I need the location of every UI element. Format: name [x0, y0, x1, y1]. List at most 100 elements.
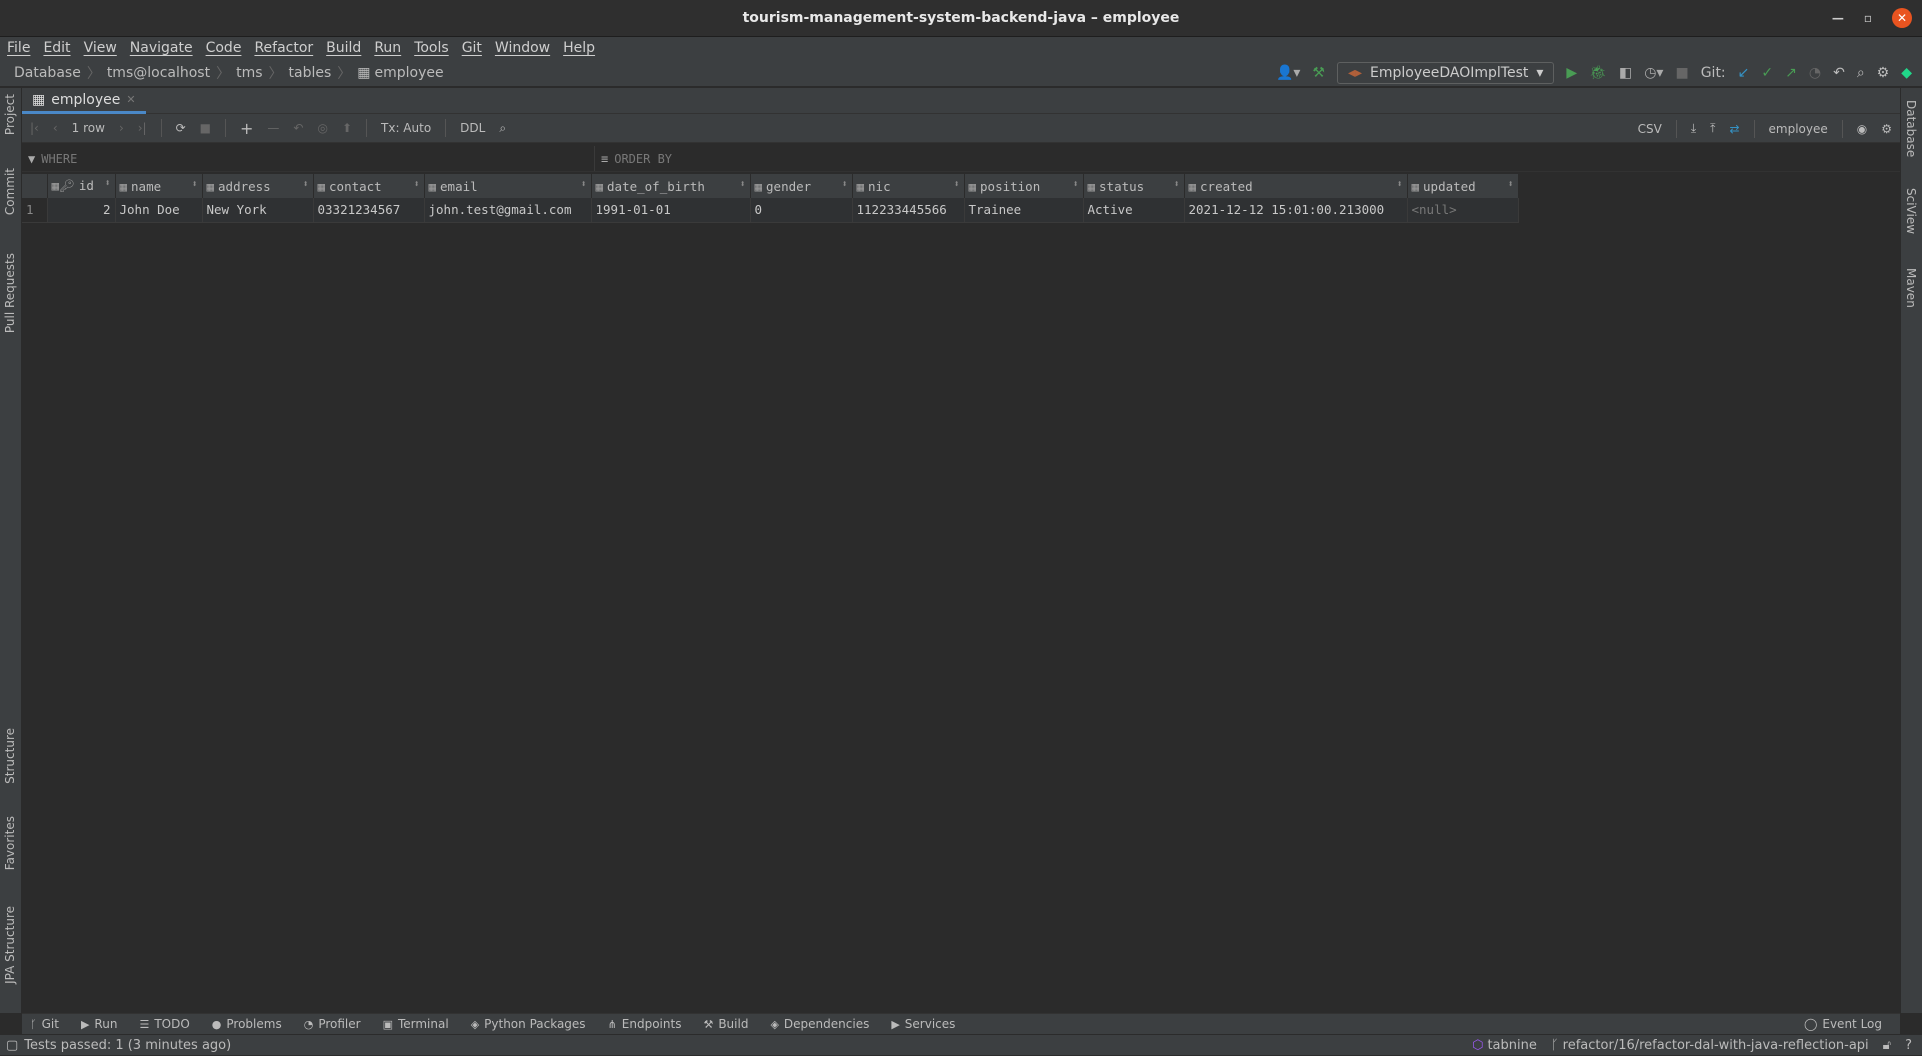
breadcrumb-tables[interactable]: tables [289, 65, 332, 81]
tool-favorites[interactable]: Favorites [3, 816, 17, 870]
cell-position[interactable]: Trainee [964, 198, 1084, 223]
tool-run[interactable]: ▶ Run [81, 1017, 117, 1031]
event-log-button[interactable]: ◯ Event Log [1804, 1013, 1882, 1034]
menu-navigate[interactable]: Navigate [130, 40, 193, 56]
column-header-contact[interactable]: ▦ contact ⬍ [313, 174, 425, 198]
column-header-status[interactable]: ▦ status ⬍ [1083, 174, 1185, 198]
cell-address[interactable]: New York [202, 198, 314, 223]
menu-refactor[interactable]: Refactor [254, 40, 313, 56]
schema-select[interactable]: employee [1769, 122, 1828, 136]
tab-employee[interactable]: ▦ employee ✕ [22, 88, 146, 114]
sort-toggle-icon[interactable]: ⬍ [413, 179, 419, 190]
tabnine-status[interactable]: tabnine [1487, 1038, 1536, 1053]
sort-toggle-icon[interactable]: ⬍ [1173, 179, 1179, 190]
tool-todo[interactable]: ☰ TODO [139, 1017, 189, 1031]
last-page-icon[interactable]: ›| [138, 121, 147, 135]
tool-database[interactable]: Database [1904, 100, 1918, 157]
run-configuration-select[interactable]: ◂▸ EmployeeDAOImplTest ▾ [1336, 62, 1555, 84]
maximize-button[interactable]: ▫ [1864, 11, 1872, 25]
rollback-icon[interactable]: ↶ [1833, 65, 1845, 81]
stop-icon[interactable]: ■ [1675, 65, 1688, 81]
tool-services[interactable]: ▶ Services [891, 1017, 955, 1031]
menu-file[interactable]: File [7, 40, 30, 56]
breadcrumb-host[interactable]: tms@localhost [107, 65, 210, 81]
gear-icon[interactable]: ⚙ [1877, 65, 1890, 81]
column-header-id[interactable]: ▦🔑︎ id ⬍ [47, 174, 116, 198]
column-header-address[interactable]: ▦ address ⬍ [202, 174, 314, 198]
breadcrumb-employee[interactable]: employee [375, 65, 444, 81]
sort-toggle-icon[interactable]: ⬍ [1396, 179, 1402, 190]
help-icon[interactable]: ? [1905, 1038, 1912, 1053]
cell-name[interactable]: John Doe [115, 198, 203, 223]
tool-commit[interactable]: Commit [3, 168, 17, 215]
breadcrumb-schema[interactable]: tms [236, 65, 262, 81]
tool-git[interactable]: ᚴ Git [30, 1017, 59, 1031]
history-icon[interactable]: ◔ [1809, 65, 1821, 81]
breadcrumb-database[interactable]: Database [14, 65, 81, 81]
lock-icon[interactable]: 🔓︎ [1883, 1038, 1891, 1053]
view-icon[interactable]: ◉ [1857, 122, 1867, 136]
column-header-gender[interactable]: ▦ gender ⬍ [750, 174, 853, 198]
sort-toggle-icon[interactable]: ⬍ [104, 178, 110, 189]
column-header-position[interactable]: ▦ position ⬍ [964, 174, 1084, 198]
submit-icon[interactable]: ⬆ [342, 121, 352, 135]
tool-dependencies[interactable]: ◈ Dependencies [770, 1017, 869, 1031]
cell-date-of-birth[interactable]: 1991-01-01 [591, 198, 751, 223]
build-hammer-icon[interactable]: ⚒ [1312, 65, 1325, 81]
sort-toggle-icon[interactable]: ⬍ [302, 179, 308, 190]
settings-icon[interactable]: ⚙ [1881, 122, 1892, 136]
tool-python-packages[interactable]: ◈ Python Packages [471, 1017, 586, 1031]
rows-count-select[interactable]: 1 row [72, 121, 105, 135]
layout-icon[interactable]: ▢ [6, 1038, 18, 1053]
transaction-mode-select[interactable]: Tx: Auto [381, 121, 431, 135]
close-button[interactable]: ✕ [1892, 8, 1912, 28]
menu-view[interactable]: View [84, 40, 117, 56]
status-message[interactable]: Tests passed: 1 (3 minutes ago) [24, 1038, 231, 1053]
ddl-button[interactable]: DDL [460, 121, 485, 135]
tool-terminal[interactable]: ▣ Terminal [383, 1017, 449, 1031]
cell-email[interactable]: john.test@gmail.com [424, 198, 592, 223]
revert-icon[interactable]: ↶ [293, 121, 303, 135]
run-icon[interactable]: ▶ [1566, 65, 1577, 81]
close-tab-icon[interactable]: ✕ [126, 93, 135, 106]
tool-profiler[interactable]: ◔ Profiler [304, 1017, 361, 1031]
first-page-icon[interactable]: |‹ [30, 121, 39, 135]
tool-project[interactable]: Project [3, 94, 17, 135]
sort-toggle-icon[interactable]: ⬍ [953, 179, 959, 190]
delete-row-icon[interactable]: — [267, 121, 279, 135]
cell-id[interactable]: 2 [47, 198, 116, 223]
profile-icon[interactable]: ◷▾ [1644, 65, 1663, 81]
tool-sciview[interactable]: SciView [1904, 188, 1918, 234]
sort-toggle-icon[interactable]: ⬍ [739, 179, 745, 190]
sort-toggle-icon[interactable]: ⬍ [580, 179, 586, 190]
export-icon[interactable]: ⤓ [1691, 121, 1696, 136]
menu-git[interactable]: Git [462, 40, 482, 56]
menu-code[interactable]: Code [206, 40, 242, 56]
cell-gender[interactable]: 0 [750, 198, 853, 223]
table-row[interactable]: 1 2 John Doe New York 03321234567 john.test@g… [22, 198, 1519, 223]
cell-updated[interactable]: <null> [1407, 198, 1519, 223]
import-icon[interactable]: ⤒ [1710, 121, 1715, 136]
menu-edit[interactable]: Edit [43, 40, 70, 56]
compare-icon[interactable]: ⇄ [1729, 122, 1739, 136]
sort-toggle-icon[interactable]: ⬍ [841, 179, 847, 190]
search-icon[interactable]: ⌕ [499, 121, 506, 136]
sort-toggle-icon[interactable]: ⬍ [1072, 179, 1078, 190]
git-update-icon[interactable]: ↙ [1738, 65, 1750, 81]
menu-run[interactable]: Run [374, 40, 401, 56]
user-icon[interactable]: 👤▾ [1276, 65, 1300, 81]
cell-nic[interactable]: 112233445566 [852, 198, 965, 223]
menu-window[interactable]: Window [495, 40, 550, 56]
tool-jpa-structure[interactable]: JPA Structure [3, 906, 17, 984]
column-header-nic[interactable]: ▦ nic ⬍ [852, 174, 965, 198]
row-number[interactable]: 1 [22, 198, 48, 223]
order-by-input[interactable]: ≡ ORDER BY [595, 146, 1900, 171]
search-icon[interactable]: ⌕ [1857, 65, 1865, 81]
git-push-icon[interactable]: ↗ [1785, 65, 1797, 81]
minimize-button[interactable]: — [1832, 11, 1844, 25]
toolbox-icon[interactable]: ◆ [1901, 65, 1912, 81]
add-row-icon[interactable]: + [240, 119, 253, 138]
column-header-date-of-birth[interactable]: ▦ date_of_birth ⬍ [591, 174, 751, 198]
tool-pull-requests[interactable]: Pull Requests [3, 253, 17, 333]
cell-contact[interactable]: 03321234567 [313, 198, 425, 223]
